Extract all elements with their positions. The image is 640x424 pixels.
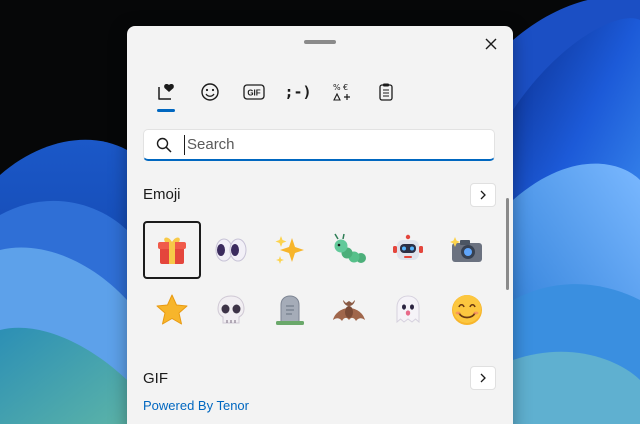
emoji-sparkles[interactable] xyxy=(261,221,319,279)
symbols-icon: % € xyxy=(333,83,350,101)
headstone-icon xyxy=(276,295,304,325)
caterpillar-icon xyxy=(334,233,366,263)
emoji-icon xyxy=(201,83,219,101)
chevron-right-icon xyxy=(480,373,486,383)
sparkles-icon xyxy=(275,236,304,264)
emoji-bat[interactable] xyxy=(320,281,378,339)
search-input[interactable] xyxy=(184,134,487,155)
powered-by-tenor-link[interactable]: Powered By Tenor xyxy=(143,398,249,413)
kaomoji-label: ;-) xyxy=(284,83,312,101)
chevron-right-icon xyxy=(480,190,486,200)
emoji-eyes[interactable] xyxy=(202,221,260,279)
drag-handle[interactable] xyxy=(304,40,336,44)
tab-symbols[interactable]: % € xyxy=(323,74,361,110)
tab-clipboard[interactable] xyxy=(367,74,405,110)
emoji-camera[interactable] xyxy=(438,221,496,279)
smiling-face-icon xyxy=(452,295,482,325)
emoji-ghost[interactable] xyxy=(379,281,437,339)
close-icon xyxy=(485,38,497,50)
ghost-icon xyxy=(396,295,420,324)
camera-icon xyxy=(450,237,482,262)
emoji-see-more-button[interactable] xyxy=(470,183,496,207)
svg-text:GIF: GIF xyxy=(247,89,260,98)
emoji-picker-panel: GIF ;-) % € Search Emoji GIF Powered By … xyxy=(127,26,513,424)
category-tabs: GIF ;-) % € xyxy=(147,74,405,112)
emoji-star[interactable] xyxy=(143,281,201,339)
emoji-caterpillar[interactable] xyxy=(320,221,378,279)
close-button[interactable] xyxy=(479,32,503,56)
gif-see-more-button[interactable] xyxy=(470,366,496,390)
tab-gif[interactable]: GIF xyxy=(235,74,273,110)
tab-favorites[interactable] xyxy=(147,74,185,112)
gif-section-title: GIF xyxy=(143,370,168,387)
search-icon-wrap xyxy=(144,130,184,160)
emoji-grid xyxy=(143,221,496,339)
eyes-icon xyxy=(215,238,247,262)
emoji-smiling-face[interactable] xyxy=(438,281,496,339)
search-icon xyxy=(156,137,172,153)
gift-icon xyxy=(158,237,186,264)
emoji-section-title: Emoji xyxy=(143,186,181,203)
search-box[interactable] xyxy=(143,129,495,161)
emoji-headstone[interactable] xyxy=(261,281,319,339)
tab-kaomoji[interactable]: ;-) xyxy=(279,74,317,110)
emoji-skull[interactable] xyxy=(202,281,260,339)
emoji-gift[interactable] xyxy=(143,221,201,279)
svg-text:€: € xyxy=(343,83,348,92)
tab-emoji[interactable] xyxy=(191,74,229,110)
skull-icon xyxy=(217,295,245,324)
emoji-robot[interactable] xyxy=(379,221,437,279)
clipboard-icon xyxy=(379,83,393,101)
star-icon xyxy=(156,294,188,325)
scrollbar-thumb[interactable] xyxy=(506,198,509,290)
robot-icon xyxy=(393,234,423,260)
bat-icon xyxy=(333,300,365,321)
svg-text:%: % xyxy=(333,83,341,92)
gif-icon: GIF xyxy=(243,84,265,100)
favorites-icon xyxy=(158,84,174,100)
